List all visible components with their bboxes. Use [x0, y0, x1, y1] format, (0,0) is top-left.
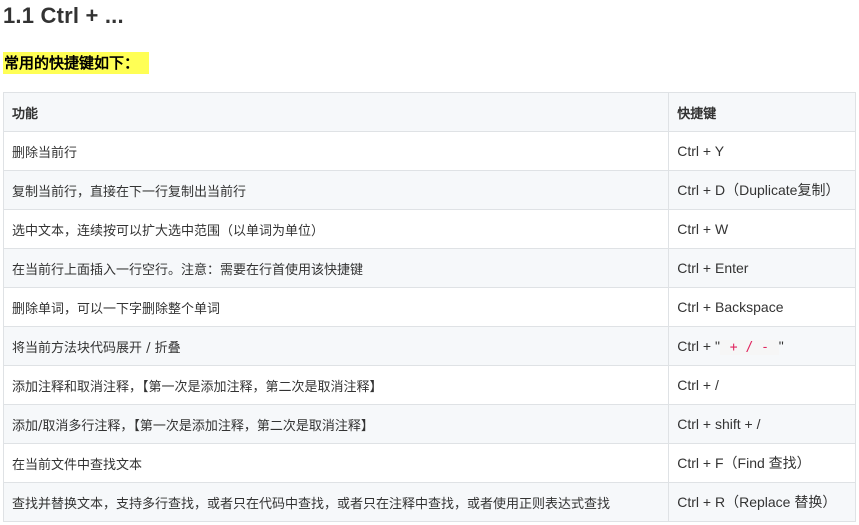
table-row: 在当前文件中查找文本 Ctrl + F（Find 查找）	[2, 443, 856, 483]
shortcut-cell: Ctrl + /	[668, 365, 856, 405]
table-row: 添加注释和取消注释，【第一次是添加注释，第二次是取消注释】 Ctrl + /	[2, 365, 856, 405]
shortcut-suffix: "	[778, 337, 784, 354]
header-shortcut: 快捷键	[668, 92, 856, 132]
shortcut-cell: Ctrl + R（Replace 替换）	[668, 482, 856, 522]
table-row: 删除单词，可以一下字删除整个单词 Ctrl + Backspace	[2, 287, 856, 327]
function-cell: 在当前行上面插入一行空行。注意：需要在行首使用该快捷键	[2, 248, 670, 288]
function-cell: 查找并替换文本，支持多行查找，或者只在代码中查找，或者只在注释中查找，或者使用正…	[2, 482, 670, 522]
function-cell: 删除当前行	[2, 131, 670, 171]
shortcut-cell: Ctrl + Y	[668, 131, 856, 171]
function-cell: 在当前文件中查找文本	[2, 443, 670, 483]
shortcut-cell: Ctrl + Enter	[668, 248, 856, 288]
table-row: 查找并替换文本，支持多行查找，或者只在代码中查找，或者只在注释中查找，或者使用正…	[2, 482, 856, 522]
table-row: 将当前方法块代码展开 / 折叠 Ctrl + " + / - "	[2, 326, 856, 366]
shortcut-cell: Ctrl + F（Find 查找）	[668, 443, 856, 483]
table-header-row: 功能 快捷键	[2, 92, 856, 132]
table-row: 添加/取消多行注释，【第一次是添加注释，第二次是取消注释】 Ctrl + shi…	[2, 404, 856, 444]
header-function: 功能	[2, 92, 670, 132]
inline-code: + / -	[719, 339, 779, 355]
shortcut-cell: Ctrl + W	[668, 209, 856, 249]
function-cell: 选中文本，连续按可以扩大选中范围（以单词为单位）	[2, 209, 670, 249]
shortcut-prefix: Ctrl + "	[677, 337, 720, 354]
function-cell: 将当前方法块代码展开 / 折叠	[2, 326, 670, 366]
table-row: 删除当前行 Ctrl + Y	[2, 131, 856, 171]
table-row: 选中文本，连续按可以扩大选中范围（以单词为单位） Ctrl + W	[2, 209, 856, 249]
shortcut-cell: Ctrl + D（Duplicate复制）	[668, 170, 856, 210]
highlighted-intro: 常用的快捷键如下：	[3, 52, 150, 74]
function-cell: 添加注释和取消注释，【第一次是添加注释，第二次是取消注释】	[2, 365, 670, 405]
shortcut-cell: Ctrl + " + / - "	[668, 326, 856, 366]
function-cell: 复制当前行，直接在下一行复制出当前行	[2, 170, 670, 210]
page-title: 1.1 Ctrl + ...	[3, 3, 124, 28]
shortcut-table: 功能 快捷键 删除当前行 Ctrl + Y 复制当前行，直接在下一行复制出当前行…	[2, 92, 856, 522]
table-row: 复制当前行，直接在下一行复制出当前行 Ctrl + D（Duplicate复制）	[2, 170, 856, 210]
shortcut-cell: Ctrl + shift + /	[668, 404, 856, 444]
function-cell: 删除单词，可以一下字删除整个单词	[2, 287, 670, 327]
shortcut-cell: Ctrl + Backspace	[668, 287, 856, 327]
table-row: 在当前行上面插入一行空行。注意：需要在行首使用该快捷键 Ctrl + Enter	[2, 248, 856, 288]
function-cell: 添加/取消多行注释，【第一次是添加注释，第二次是取消注释】	[2, 404, 670, 444]
